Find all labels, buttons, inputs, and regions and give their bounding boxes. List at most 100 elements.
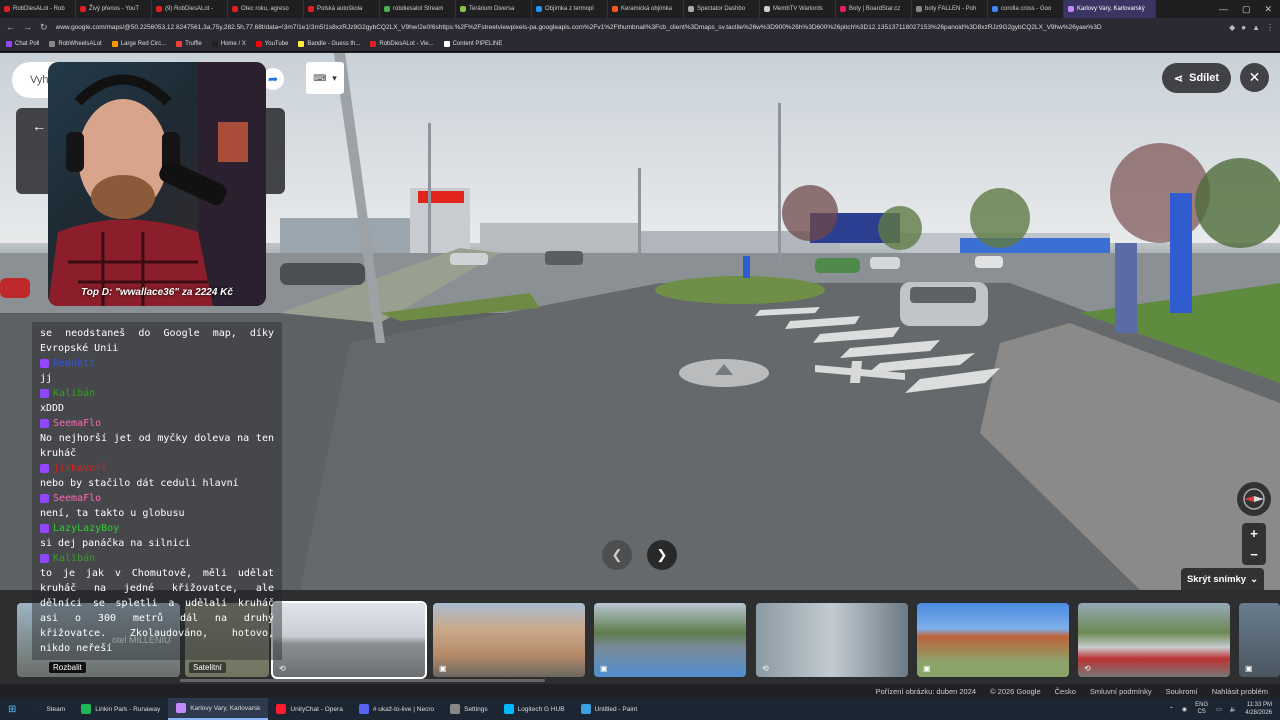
forward-icon[interactable]: → [23, 22, 32, 32]
zoom-out-button[interactable]: − [1250, 547, 1258, 562]
browser-tab[interactable]: RobDiesALot - Rob [0, 0, 76, 18]
chevron-right-icon: ❯ [656, 547, 668, 562]
tab-label: (9) RobDiesALot - [165, 6, 214, 12]
volume-icon[interactable]: 🔈 [1230, 706, 1237, 713]
expand-button[interactable]: Rozbalit [49, 662, 86, 673]
terms-link[interactable]: Smluvní podmínky [1090, 687, 1152, 696]
chat-username: Reduktt [53, 358, 96, 369]
language-indicator[interactable]: ENG CS [1195, 702, 1208, 716]
window-controls: — ▢ ✕ [1219, 4, 1280, 15]
clock[interactable]: 11:33 PM 4/28/2026 [1245, 701, 1272, 717]
browser-tab[interactable]: (9) RobDiesALot - [152, 0, 228, 18]
report-problem-link[interactable]: Nahlásit problém [1212, 687, 1268, 696]
bookmark-item[interactable]: Large Red Circ... [111, 40, 166, 47]
menu-icon[interactable]: ⋮ [1266, 23, 1274, 32]
bookmark-item[interactable]: Chat Poll [6, 40, 39, 47]
keyboard-button[interactable]: ⌨ ▾ [306, 62, 344, 94]
browser-tab[interactable]: corolla cross - Goo [988, 0, 1064, 18]
browser-tab[interactable]: Karlovy Vary, Karlovarský [1064, 0, 1156, 18]
tab-favicon-icon [688, 6, 694, 12]
bookmark-item[interactable]: Home / X [211, 40, 246, 47]
stream-chat-overlay: se neodstaneš do Google map, díky Evrops… [32, 322, 282, 660]
close-button[interactable]: ✕ [1240, 63, 1269, 92]
photo-thumbnail[interactable]: ▣ [433, 603, 585, 677]
bookmark-item[interactable]: RobWheelsALot [49, 40, 102, 47]
chat-user-row: Reduktt [40, 356, 274, 371]
bookmarks-bar: Chat Poll RobWheelsALot Large Red Circ... T… [0, 36, 1280, 52]
reload-icon[interactable]: ↻ [40, 22, 48, 33]
taskbar-app[interactable]: Settings [442, 698, 496, 720]
photo-thumbnail[interactable]: ⟲ [756, 603, 908, 677]
camera-icon: ▣ [600, 664, 608, 673]
url-field[interactable]: www.google.com/maps/@50.2256053,12.82475… [56, 24, 1222, 31]
photo-thumbnail[interactable]: ⟲ [271, 601, 427, 679]
zoom-in-button[interactable]: + [1250, 526, 1258, 541]
browser-tab[interactable]: Objímka z termopl [532, 0, 608, 18]
browser-tab[interactable]: MembTV Warlords [760, 0, 836, 18]
next-photo-button[interactable]: ❯ [647, 540, 677, 570]
twitch-badge-icon [40, 554, 49, 563]
hide-photos-button[interactable]: Skrýt snímky ⌄ [1181, 568, 1264, 590]
photo-thumbnail[interactable]: ▣ [917, 603, 1069, 677]
taskbar-app[interactable]: Karlovy Vary, Karlovarsk [168, 698, 269, 720]
browser-tab[interactable]: Otec roku, agreso [228, 0, 304, 18]
country-link[interactable]: Česko [1055, 687, 1076, 696]
tab-favicon-icon [1068, 6, 1074, 12]
tab-favicon-icon [80, 6, 86, 12]
extension-icon[interactable]: ◆ [1229, 23, 1235, 32]
browser-tab[interactable]: Živý přenos - YouT [76, 0, 152, 18]
photo-thumbnail[interactable]: ▣ [594, 603, 746, 677]
extension-icon[interactable]: ▲ [1252, 23, 1260, 32]
back-arrow-icon[interactable]: ← [32, 118, 46, 134]
minimize-icon[interactable]: — [1219, 4, 1228, 15]
tray-app-icon[interactable]: ◉ [1182, 706, 1187, 713]
bookmark-label: Bandle - Guess th... [307, 40, 361, 47]
street-view-icon: ⟲ [1084, 664, 1091, 673]
filmstrip-scrollbar[interactable] [180, 679, 545, 682]
share-button[interactable]: ⋖ Sdílet [1162, 63, 1231, 93]
start-button[interactable]: ⊞ [0, 698, 24, 720]
browser-tab[interactable]: boty FALLEN - Poh [912, 0, 988, 18]
browser-tab[interactable]: Terárium Diversa [456, 0, 532, 18]
bookmark-favicon-icon [49, 40, 56, 47]
close-window-icon[interactable]: ✕ [1264, 4, 1272, 15]
privacy-link[interactable]: Soukromí [1166, 687, 1198, 696]
bookmark-item[interactable]: RobDiesALot - Vie... [370, 40, 434, 47]
bookmark-item[interactable]: Bandle - Guess th... [298, 40, 361, 47]
previous-photo-button[interactable]: ❮ [602, 540, 632, 570]
browser-tab[interactable]: Polská autoškola [304, 0, 380, 18]
browser-tab[interactable]: Spectator Dashbo [684, 0, 760, 18]
chat-username: LazyLazyBoy [53, 523, 120, 534]
photo-thumbnail[interactable]: ▣ [1239, 603, 1280, 677]
photo-thumbnail[interactable]: ⟲ [1078, 603, 1230, 677]
app-icon [358, 704, 369, 714]
tab-label: Spectator Dashbo [697, 6, 746, 12]
taskbar-app[interactable]: # ukaž-to-live | Necro [351, 698, 442, 720]
chat-message-text: nebo by stačilo dát ceduli hlavní [40, 478, 239, 489]
back-icon[interactable]: ← [6, 22, 15, 32]
bookmark-item[interactable]: YouTube [255, 40, 288, 47]
bookmark-item[interactable]: Truffle [176, 40, 202, 47]
network-icon[interactable]: ▭ [1216, 706, 1222, 713]
maximize-icon[interactable]: ▢ [1242, 4, 1251, 15]
tray-chevron-icon[interactable]: ⌃ [1169, 706, 1174, 713]
taskbar-app[interactable]: Untitled - Paint [573, 698, 646, 720]
close-icon: ✕ [1248, 69, 1261, 85]
extension-icon[interactable]: ● [1241, 23, 1246, 32]
taskbar-app[interactable]: UnityChat - Opera [268, 698, 350, 720]
browser-tab[interactable]: robdiesalot Stream [380, 0, 456, 18]
chat-user-row: LazyLazyBoy [40, 521, 274, 536]
taskbar-app[interactable]: Steam [24, 698, 73, 720]
compass-button[interactable] [1237, 482, 1271, 516]
taskbar-apps: Steam Linkin Park - Runaway Karlovy Vary, … [24, 698, 645, 720]
bookmark-item[interactable]: Content PIPELINE [443, 40, 502, 47]
twitch-badge-icon [40, 419, 49, 428]
tab-label: Živý přenos - YouT [89, 6, 140, 12]
browser-tab[interactable]: Keramická objímka [608, 0, 684, 18]
taskbar-app[interactable]: Logitech G HUB [496, 698, 573, 720]
browser-tab[interactable]: Boty | BoardStar.cz [836, 0, 912, 18]
twitch-badge-icon [40, 494, 49, 503]
taskbar-app[interactable]: Linkin Park - Runaway [73, 698, 168, 720]
chat-username: Kalibán [53, 388, 96, 399]
chat-message: Kalibán xDDD [40, 386, 274, 416]
